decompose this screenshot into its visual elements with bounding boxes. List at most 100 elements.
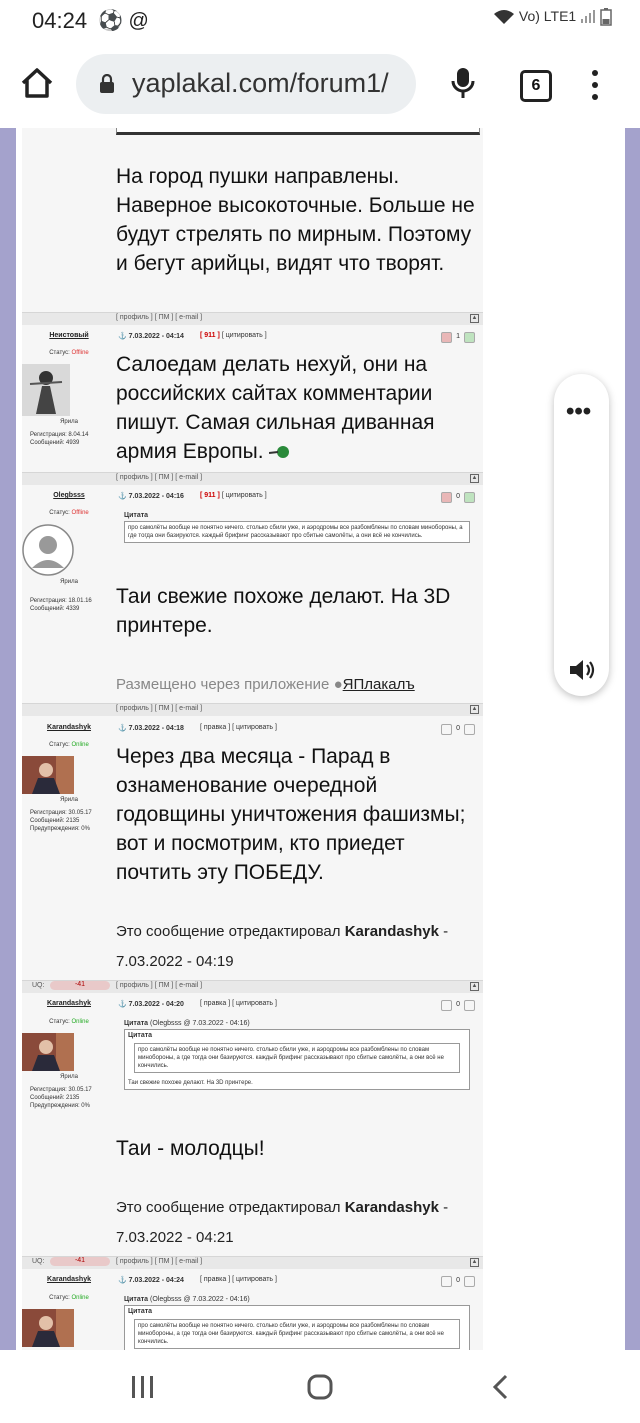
author-nick[interactable]: Olegbsss <box>22 492 116 499</box>
post-actions[interactable]: [ 911 ] [ цитировать ] <box>200 332 267 339</box>
scroll-top-icon[interactable]: ▲ <box>470 982 479 991</box>
inner-quote-body: про самолёты вообще не понятно ничего. с… <box>134 1043 460 1073</box>
quote-link[interactable]: [ цитировать ] <box>222 492 267 499</box>
quote-text: Таи свежие похоже делают. На 3D принтере… <box>128 1080 253 1086</box>
report-link[interactable]: [ 911 ] <box>200 492 220 499</box>
vote-up-icon[interactable] <box>464 492 475 503</box>
post-actions[interactable]: [ правка ] [ цитировать ] <box>200 1276 277 1283</box>
signal-icon <box>581 10 596 24</box>
recent-apps-icon[interactable] <box>130 1374 156 1400</box>
avatar[interactable] <box>22 524 74 576</box>
quote-link[interactable]: [ цитировать ] <box>222 332 267 339</box>
uq-label: UQ: <box>32 1258 45 1265</box>
home-icon[interactable] <box>20 66 54 100</box>
user-meta: Регистрация: 8.04.14 Сообщений: 4939 <box>22 431 116 447</box>
post-text: Салоедам делать нехуй, они на российских… <box>116 350 476 466</box>
avatar[interactable] <box>22 364 70 416</box>
author-nick[interactable]: Karandashyk <box>22 1000 116 1007</box>
scroll-top-icon[interactable]: ▲ <box>470 705 479 714</box>
profile-links[interactable]: [ профиль ] [ ПМ ] [ e-mail ] <box>116 982 202 989</box>
post-date-text: 7.03.2022 - 04:14 <box>128 333 184 340</box>
warnings: Предупреждения: 0% <box>30 1103 90 1109</box>
scroll-top-icon[interactable]: ▲ <box>470 314 479 323</box>
edited-prefix: Это сообщение отредактировал <box>116 923 341 940</box>
post-actions[interactable]: [ правка ] [ цитировать ] <box>200 724 277 731</box>
quote-block: Цитата про самолёты вообще не понятно ни… <box>124 512 470 543</box>
user-rank: Ярила <box>60 419 78 425</box>
battery-icon <box>600 8 612 27</box>
avatar[interactable] <box>22 1033 74 1071</box>
user-meta: Регистрация: 18.01.16 Сообщений: 4339 <box>22 597 116 613</box>
vote-box[interactable]: 1 <box>439 332 477 343</box>
uq-rating: -41 <box>50 1257 110 1266</box>
warnings: Предупреждения: 0% <box>30 826 90 832</box>
tab-switcher-button[interactable]: 6 <box>520 70 552 102</box>
user-status: Статус: Online <box>22 1295 116 1301</box>
edited-prefix: Это сообщение отредактировал <box>116 1199 341 1216</box>
profile-links[interactable]: [ профиль ] [ ПМ ] [ e-mail ] <box>116 474 202 481</box>
back-icon[interactable] <box>490 1373 510 1401</box>
uq-rating: -41 <box>50 981 110 990</box>
vote-down-icon[interactable] <box>441 724 453 735</box>
status-label: Статус: <box>49 1019 70 1025</box>
quote-source[interactable]: (Olegbsss @ 7.03.2022 - 04:16) <box>150 1020 250 1027</box>
menu-icon[interactable] <box>590 68 600 102</box>
quote-header: Цитата (Olegbsss @ 7.03.2022 - 04:16) <box>124 1020 470 1027</box>
right-margin <box>625 128 640 1350</box>
status-label: Статус: <box>49 510 70 516</box>
vote-down-icon[interactable] <box>441 1000 453 1011</box>
vote-up-icon[interactable] <box>464 332 475 343</box>
user-rank: Ярила <box>60 579 78 585</box>
posted-via: Размещено через приложение ●ЯПлакалъ <box>116 676 415 693</box>
post-date-text: 7.03.2022 - 04:24 <box>128 1277 184 1284</box>
left-margin <box>0 128 16 1350</box>
quote-source[interactable]: (Olegbsss @ 7.03.2022 - 04:16) <box>150 1296 250 1303</box>
vote-box[interactable]: 0 <box>439 724 477 735</box>
vote-down-icon[interactable] <box>441 332 453 343</box>
more-options-icon[interactable]: ••• <box>566 398 591 426</box>
vote-down-icon[interactable] <box>441 492 453 503</box>
microphone-icon[interactable] <box>450 66 476 100</box>
home-nav-icon[interactable] <box>306 1373 334 1401</box>
post-footer-bar: [ профиль ] [ ПМ ] [ e-mail ] ▲ <box>22 472 483 485</box>
profile-links[interactable]: [ профиль ] [ ПМ ] [ e-mail ] <box>116 1258 202 1265</box>
author-nick[interactable]: Karandashyk <box>22 1276 116 1283</box>
scroll-top-icon[interactable]: ▲ <box>470 474 479 483</box>
avatar[interactable] <box>22 756 74 794</box>
quote-title: Цитата <box>124 512 149 519</box>
status-bar: 04:24 ⚽ @ Vo) LTE1 <box>0 0 640 40</box>
volume-icon[interactable] <box>568 658 596 682</box>
vote-box[interactable]: 0 <box>439 1000 477 1011</box>
vote-up-icon[interactable] <box>464 724 475 735</box>
avatar[interactable] <box>22 1309 74 1347</box>
quote-body: Цитата про самолёты вообще не понятно ни… <box>124 1305 470 1350</box>
edited-by: Karandashyk <box>344 923 439 940</box>
inner-quote-title: Цитата <box>128 1032 153 1039</box>
author-nick[interactable]: Karandashyk <box>22 724 116 731</box>
post-header: Karandashyk ⚓ 7.03.2022 - 04:24 [ правка… <box>22 1276 483 1292</box>
forum-page: На город пушки направлены. Наверное высо… <box>0 128 640 1350</box>
profile-links[interactable]: [ профиль ] [ ПМ ] [ e-mail ] <box>116 314 202 321</box>
status-value: Online <box>71 1295 89 1301</box>
vote-up-icon[interactable] <box>464 1000 475 1011</box>
address-bar[interactable]: yaplakal.com/forum1/ <box>76 54 416 114</box>
profile-links[interactable]: [ профиль ] [ ПМ ] [ e-mail ] <box>116 705 202 712</box>
url-text: yaplakal.com/forum1/ <box>132 68 389 98</box>
user-rank: Ярила <box>60 1074 78 1080</box>
app-link[interactable]: ЯПлакалъ <box>343 676 415 693</box>
post-actions[interactable]: [ правка ] [ цитировать ] <box>200 1000 277 1007</box>
status-value: Offline <box>71 510 89 516</box>
vote-box[interactable]: 0 <box>439 492 477 503</box>
author-nick[interactable]: Неистовый <box>22 332 116 339</box>
user-info: Статус: Online Ярила Регистрация: 30.05.… <box>22 740 116 833</box>
vote-down-icon[interactable] <box>441 1276 453 1287</box>
post-actions[interactable]: [ 911 ] [ цитировать ] <box>200 492 267 499</box>
vote-up-icon[interactable] <box>464 1276 475 1287</box>
scroll-top-icon[interactable]: ▲ <box>470 1258 479 1267</box>
report-link[interactable]: [ 911 ] <box>200 332 220 339</box>
network-label: Vo) LTE1 <box>518 8 577 24</box>
reg-date: Регистрация: 8.04.14 <box>30 432 89 438</box>
post-date: ⚓ 7.03.2022 - 04:24 <box>118 1277 184 1284</box>
system-navigation-bar <box>0 1350 640 1423</box>
vote-box[interactable]: 0 <box>439 1276 477 1287</box>
